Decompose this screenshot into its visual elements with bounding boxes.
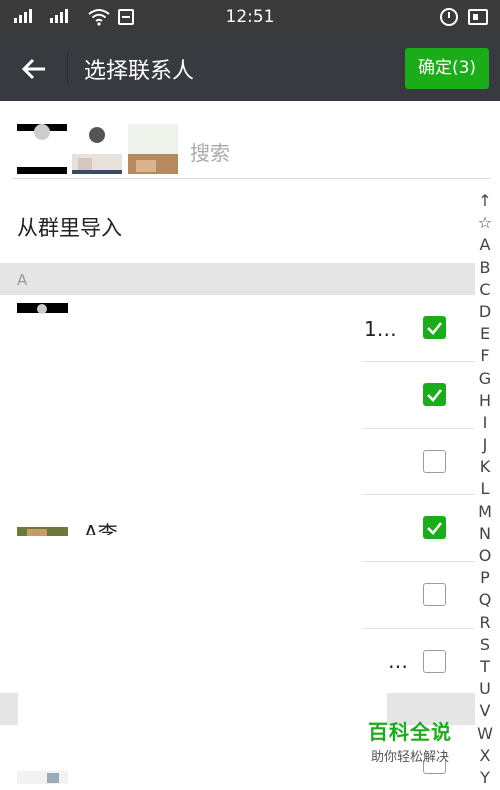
check-icon (427, 522, 443, 535)
index-letter[interactable]: Y (475, 767, 495, 789)
index-letter[interactable]: W (475, 723, 495, 745)
contact-avatar (17, 303, 68, 343)
index-letter[interactable]: X (475, 745, 495, 767)
title-bar: 选择联系人 确定(3) (0, 35, 500, 101)
contact-checkbox[interactable] (423, 450, 446, 473)
contact-checkbox[interactable] (423, 516, 446, 539)
index-letter[interactable]: A (475, 234, 495, 256)
index-letter[interactable]: S (475, 634, 495, 656)
index-letter[interactable]: E (475, 323, 495, 345)
check-icon (427, 322, 443, 335)
index-letter[interactable]: M (475, 501, 495, 523)
index-letter[interactable]: R (475, 612, 495, 634)
index-letter[interactable]: C (475, 279, 495, 301)
alphabet-index-bar[interactable]: ↑ ☆ A B C D E F G H I J K L M N O P Q R S T U V W X Y (475, 190, 495, 789)
title-divider (67, 51, 68, 85)
selected-avatar-3[interactable] (128, 124, 178, 174)
contact-avatar (17, 524, 68, 536)
index-letter[interactable]: L (475, 478, 495, 500)
arrow-left-icon[interactable] (18, 53, 50, 85)
watermark-title: 百科全说 (368, 720, 452, 744)
row-divider (362, 561, 475, 562)
row-divider (362, 628, 475, 629)
index-letter[interactable]: J (475, 434, 495, 456)
index-letter[interactable]: N (475, 523, 495, 545)
search-input[interactable]: 搜索 (190, 137, 230, 166)
row-divider (362, 494, 475, 495)
check-icon (427, 389, 443, 402)
row-divider (362, 361, 475, 362)
import-from-group-row[interactable]: 从群里导入 (0, 180, 475, 262)
search-underline (12, 178, 490, 179)
section-header-partial (0, 693, 18, 725)
alarm-clock-icon (440, 8, 458, 26)
index-letter[interactable]: V (475, 700, 495, 722)
contact-checkbox[interactable] (423, 383, 446, 406)
index-letter[interactable]: O (475, 545, 495, 567)
watermark: 百科全说 助你轻松解决 (360, 716, 460, 765)
contact-checkbox[interactable] (423, 583, 446, 606)
row-divider (362, 428, 475, 429)
contact-checkbox[interactable] (423, 316, 446, 339)
index-letter[interactable]: K (475, 456, 495, 478)
index-letter[interactable]: P (475, 567, 495, 589)
section-letter: A (17, 271, 28, 289)
section-header-a: A (0, 263, 475, 295)
selected-contacts-bar: 搜索 (0, 101, 490, 179)
selected-avatar-1[interactable] (17, 124, 67, 174)
import-from-group-label: 从群里导入 (17, 216, 122, 240)
index-letter[interactable]: Q (475, 589, 495, 611)
contact-trailing-text: 1… (364, 317, 397, 341)
index-letter[interactable]: G (475, 368, 495, 390)
index-letter[interactable]: H (475, 390, 495, 412)
index-letter[interactable]: F (475, 345, 495, 367)
watermark-subtitle: 助你轻松解决 (370, 750, 449, 765)
contact-avatar (17, 770, 68, 784)
contact-trailing-text: … (388, 649, 408, 673)
contact-checkbox[interactable] (423, 650, 446, 673)
confirm-button[interactable]: 确定(3) (405, 48, 489, 89)
index-letter[interactable]: ☆ (475, 212, 495, 234)
index-letter[interactable]: B (475, 257, 495, 279)
index-letter[interactable]: U (475, 678, 495, 700)
battery-icon (468, 9, 488, 25)
index-letter[interactable]: T (475, 656, 495, 678)
status-time: 12:51 (225, 7, 275, 27)
index-letter[interactable]: ↑ (475, 190, 495, 212)
index-letter[interactable]: D (475, 301, 495, 323)
contact-name: A李 (84, 521, 118, 535)
status-bar: 12:51 (0, 0, 500, 35)
index-letter[interactable]: I (475, 412, 495, 434)
selected-avatar-2[interactable] (72, 124, 122, 174)
page-title: 选择联系人 (84, 59, 195, 84)
